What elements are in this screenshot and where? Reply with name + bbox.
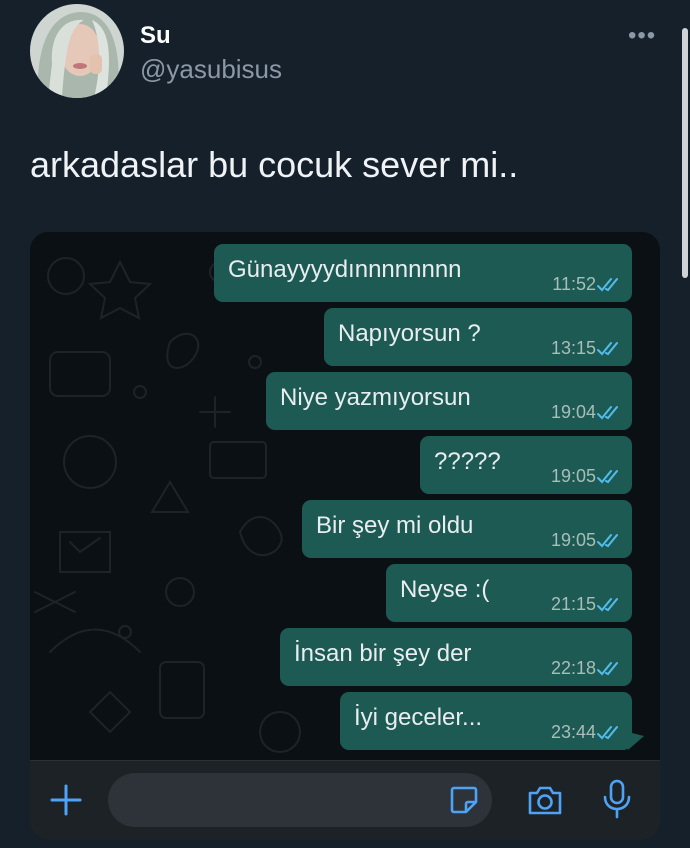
camera-icon[interactable] [526,781,564,819]
message-time: 13:15 [550,338,596,358]
microphone-icon[interactable] [602,779,632,819]
message-time: 21:15 [550,594,596,614]
message-time: 23:44 [550,722,596,742]
more-options-icon[interactable]: ••• [628,22,656,50]
message-text: Neyse :( [400,576,490,603]
author-handle[interactable]: @yasubisus [140,54,282,85]
message-bubble[interactable]: Niye yazmıyorsun 19:04 [266,372,632,430]
message-bubble[interactable]: ????? 19:05 [420,436,632,494]
message-text: ????? [434,448,501,475]
scrollbar[interactable] [682,28,688,278]
sticker-icon[interactable] [448,784,480,816]
bubble-tail [628,732,644,750]
double-check-icon [597,470,618,484]
double-check-icon [597,342,618,356]
tweet-text: arkadaslar bu cocuk sever mi.. [30,144,519,185]
message-text: Günayyyydınnnnnnnn [228,256,462,283]
message-input[interactable] [108,773,492,827]
avatar-photo [30,4,124,98]
plus-icon[interactable] [49,783,83,817]
message-text: Napıyorsun ? [338,320,481,347]
avatar[interactable] [30,4,124,98]
message-time: 11:52 [552,274,596,294]
message-bubble[interactable]: Bir şey mi oldu 19:05 [302,500,632,558]
message-time: 19:05 [550,466,596,486]
message-composer [30,760,660,840]
author-name[interactable]: Su [140,22,171,50]
chat-screenshot: Günayyyydınnnnnnnn 11:52 Napıyorsun ? 13… [30,232,660,840]
message-bubble[interactable]: İnsan bir şey der 22:18 [280,628,632,686]
double-check-icon [597,598,618,612]
message-text: İnsan bir şey der [294,640,472,667]
double-check-icon [597,278,618,292]
message-bubble[interactable]: Günayyyydınnnnnnnn 11:52 [214,244,632,302]
message-bubble[interactable]: Napıyorsun ? 13:15 [324,308,632,366]
message-bubble[interactable]: Neyse :( 21:15 [386,564,632,622]
double-check-icon [597,726,618,740]
message-text: Bir şey mi oldu [316,512,474,539]
double-check-icon [597,406,618,420]
message-text: Niye yazmıyorsun [280,384,471,411]
message-text: İyi geceler... [354,704,483,731]
double-check-icon [597,534,618,548]
message-time: 22:18 [550,658,596,678]
message-time: 19:05 [550,530,596,550]
double-check-icon [597,662,618,676]
message-time: 19:04 [550,402,596,422]
message-bubble[interactable]: İyi geceler... 23:44 [340,692,632,750]
